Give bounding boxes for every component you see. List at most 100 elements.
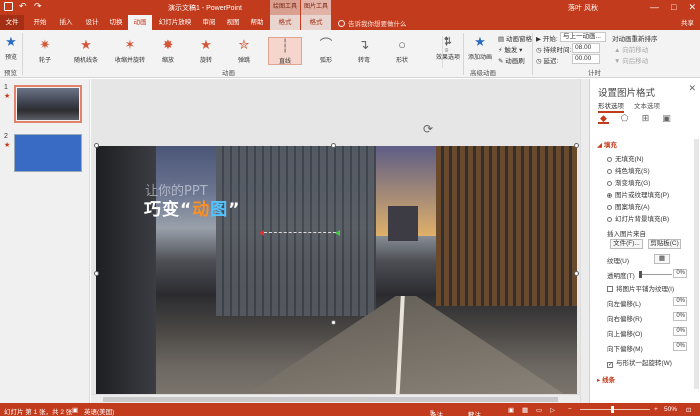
redo-icon[interactable] <box>34 2 43 11</box>
start-select[interactable]: 与上一动画... <box>560 32 606 42</box>
spellcheck-icon[interactable]: ▣ <box>72 406 78 414</box>
fill-bucket-icon[interactable]: ◆ <box>598 113 609 124</box>
animation-pane-button[interactable]: ▤ 动画窗格 <box>498 33 532 43</box>
preview-star-icon: ★ <box>5 34 17 49</box>
resize-handle[interactable] <box>94 271 99 276</box>
zoom-level[interactable]: 50% <box>664 406 677 413</box>
clipboard-button[interactable]: 剪贴板(C) <box>648 239 681 249</box>
zoom-in-icon[interactable]: + <box>654 406 658 413</box>
resize-handle[interactable] <box>94 143 99 148</box>
resize-handle[interactable] <box>574 271 579 276</box>
animation-lines[interactable]: ┆ 直线 <box>268 37 302 65</box>
radio-pattern-fill[interactable]: 图案填充(A) <box>607 201 650 211</box>
motion-path-end-icon[interactable] <box>335 230 340 236</box>
texture-picker[interactable]: ▦ <box>654 254 670 264</box>
size-icon[interactable]: ⊞ <box>640 113 651 124</box>
file-button[interactable]: 文件(F)... <box>610 239 643 249</box>
zoom-slider[interactable] <box>580 406 650 413</box>
trigger-button[interactable]: ⚡ 触发 ▾ <box>498 44 522 54</box>
undo-icon[interactable] <box>19 2 28 11</box>
normal-view-icon[interactable]: ▣ <box>508 406 514 414</box>
effect-options-button[interactable]: ⇅ 效果选项 <box>434 34 462 62</box>
tab-shape-options[interactable]: 形状选项 <box>598 100 624 113</box>
animation-random-bars[interactable]: ★ 随机线条 <box>68 37 104 65</box>
rotate-with-shape-checkbox[interactable]: ✓ 与形状一起旋转(W) <box>607 357 672 368</box>
picture-icon[interactable]: ▣ <box>661 113 672 124</box>
slide-thumbnail-1[interactable] <box>14 85 82 123</box>
vertical-scrollbar[interactable] <box>580 79 589 403</box>
offset-right-input[interactable]: 0% <box>673 312 687 321</box>
minimize-button[interactable]: — <box>650 1 659 13</box>
tile-checkbox[interactable]: 将图片平铺为纹理(I) <box>607 283 674 293</box>
tab-file[interactable]: 文件 <box>0 15 24 30</box>
close-icon[interactable]: ✕ <box>688 83 696 94</box>
tab-animations[interactable]: 动画 <box>128 15 152 30</box>
tab-home[interactable]: 开始 <box>28 15 52 30</box>
grow-turn-star-icon: ✶ <box>124 37 136 52</box>
transparency-input[interactable]: 0% <box>673 269 687 278</box>
resize-handle[interactable] <box>331 320 336 325</box>
offset-left-input[interactable]: 0% <box>673 297 687 306</box>
slideshow-view-icon[interactable]: ▷ <box>550 406 555 414</box>
rotate-handle-icon[interactable]: ⟳ <box>423 122 433 136</box>
pane-scrollbar[interactable] <box>694 139 699 389</box>
share-button[interactable]: 共享 <box>681 17 694 27</box>
animation-swivel[interactable]: ★ 旋转 <box>192 37 220 65</box>
resize-handle[interactable] <box>574 143 579 148</box>
radio-background-fill[interactable]: 幻灯片背景填充(B) <box>607 213 669 223</box>
tab-picture-format[interactable]: 格式 <box>301 15 331 30</box>
offset-up-input[interactable]: 0% <box>673 327 687 336</box>
radio-solid-fill[interactable]: 纯色填充(S) <box>607 165 650 175</box>
animation-turns[interactable]: ↴ 转弯 <box>350 37 378 65</box>
tab-view[interactable]: 视图 <box>222 15 244 30</box>
offset-right-label: 向右偏移(R) <box>607 316 643 323</box>
tab-insert[interactable]: 插入 <box>54 15 78 30</box>
ribbon-tabs: 文件 开始 插入 设计 切换 动画 幻灯片放映 审阅 视图 帮助 格式 格式 告… <box>0 15 700 30</box>
move-later-button[interactable]: ▼ 向后移动 <box>614 55 648 65</box>
sorter-view-icon[interactable]: ▦ <box>522 406 528 414</box>
fill-section-header[interactable]: ◢ 填充 <box>597 139 617 149</box>
reading-view-icon[interactable]: ▭ <box>536 406 542 414</box>
tab-transitions[interactable]: 切换 <box>104 15 128 30</box>
animation-shapes[interactable]: ○ 形状 <box>388 37 416 65</box>
slide-thumbnail-2[interactable] <box>14 134 82 172</box>
horizontal-scrollbar[interactable] <box>91 394 580 403</box>
tab-drawing-format[interactable]: 格式 <box>270 15 300 30</box>
tell-me-search[interactable]: 告诉我你想要做什么 <box>338 18 407 28</box>
line-section-header[interactable]: ▸ 线条 <box>597 374 615 384</box>
radio-picture-fill[interactable]: 图片或纹理填充(P) <box>607 189 669 199</box>
motion-path-start-icon[interactable] <box>259 230 264 236</box>
animation-zoom[interactable]: ✸ 缩放 <box>154 37 182 65</box>
animation-wheel[interactable]: ✷ 轮子 <box>30 37 60 65</box>
animation-bounce[interactable]: ✮ 弹跳 <box>230 37 258 65</box>
tab-text-options[interactable]: 文本选项 <box>634 100 660 110</box>
maximize-button[interactable]: □ <box>671 1 676 13</box>
scroll-thumb[interactable] <box>103 397 558 402</box>
radio-gradient-fill[interactable]: 渐变填充(G) <box>607 177 650 187</box>
tab-help[interactable]: 帮助 <box>246 15 268 30</box>
tab-slideshow[interactable]: 幻灯片放映 <box>155 15 195 30</box>
user-name[interactable]: 落叶 风秋 <box>568 3 598 13</box>
radio-no-fill[interactable]: 无填充(N) <box>607 153 644 163</box>
animation-arcs[interactable]: ⌒ 弧形 <box>312 37 340 65</box>
animation-painter-button[interactable]: ✎ 动画刷 <box>498 55 525 65</box>
delay-input[interactable]: 00.00 <box>572 54 600 64</box>
tab-review[interactable]: 审阅 <box>198 15 220 30</box>
fit-slide-icon[interactable]: ⊡ <box>686 406 691 414</box>
resize-handle[interactable] <box>331 143 336 148</box>
zoom-out-icon[interactable]: − <box>568 406 572 413</box>
animation-grow-turn[interactable]: ✶ 收缩并旋转 <box>110 37 150 65</box>
move-earlier-button[interactable]: ▲ 向前移动 <box>614 44 648 54</box>
add-animation-button[interactable]: ★ 添加动画 <box>466 34 494 62</box>
slide-picture[interactable]: 让你的PPT 巧变“动图” <box>96 146 577 402</box>
motion-path-line[interactable] <box>264 232 336 233</box>
offset-down-input[interactable]: 0% <box>673 342 687 351</box>
tab-design[interactable]: 设计 <box>80 15 104 30</box>
preview-button[interactable]: ★ 预览 <box>2 34 20 62</box>
language-indicator[interactable]: 英语(美国) <box>84 406 114 416</box>
pentagon-icon[interactable]: ⬠ <box>619 113 630 124</box>
transparency-slider[interactable] <box>639 271 672 278</box>
duration-input[interactable]: 08.00 <box>572 43 600 53</box>
close-button[interactable]: ✕ <box>688 1 696 13</box>
save-icon[interactable] <box>4 2 13 11</box>
